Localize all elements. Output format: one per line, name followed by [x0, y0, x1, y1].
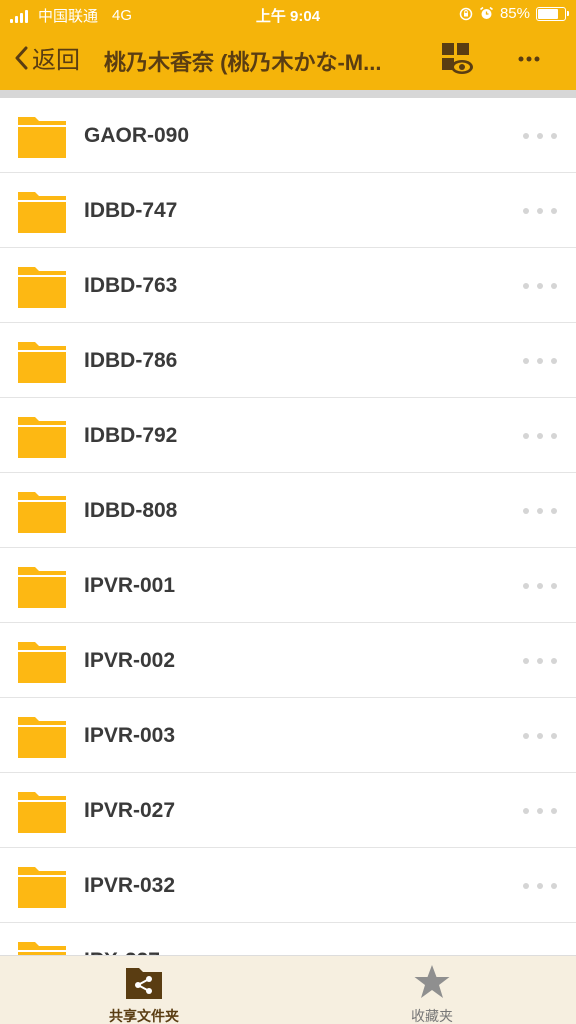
row-more-icon[interactable] — [522, 882, 558, 890]
folder-icon — [18, 417, 66, 458]
list-item[interactable]: IPVR-002 — [0, 623, 576, 698]
list-item[interactable]: GAOR-090 — [0, 98, 576, 173]
shared-folder-icon — [126, 968, 162, 999]
tab-label: 收藏夹 — [411, 1008, 453, 1024]
navigation-bar: 返回 桃乃木香奈 (桃乃木かな-M... — [0, 32, 576, 86]
row-more-icon[interactable] — [522, 207, 558, 215]
tab-shared-folders[interactable]: 共享文件夹 — [0, 956, 288, 1024]
tab-bar: 共享文件夹 收藏夹 — [0, 955, 576, 1024]
folder-icon — [18, 342, 66, 383]
list-item[interactable]: IPVR-027 — [0, 773, 576, 848]
orientation-lock-icon — [459, 7, 473, 20]
folder-name: IPVR-003 — [84, 724, 176, 747]
star-icon — [414, 965, 450, 998]
list-item[interactable]: IDBD-786 — [0, 323, 576, 398]
folder-name: IPVR-002 — [84, 649, 176, 672]
app-screen: 中国联通 4G 上午 9:04 85% 返回 桃乃木香奈 (桃乃木かな-M...… — [0, 0, 576, 1024]
page-title: 桃乃木香奈 (桃乃木かな-M... — [104, 50, 382, 75]
folder-icon — [18, 792, 66, 833]
list-item[interactable]: IPVR-003 — [0, 698, 576, 773]
folder-icon — [18, 567, 66, 608]
folder-name: IDBD-786 — [84, 349, 178, 372]
folder-icon — [18, 642, 66, 683]
folder-name: IPVR-032 — [84, 874, 176, 897]
list-item[interactable]: IDBD-808 — [0, 473, 576, 548]
folder-name: IPVR-001 — [84, 574, 176, 597]
header-divider — [0, 90, 576, 98]
folder-icon — [18, 192, 66, 233]
folder-name: IPVR-027 — [84, 799, 176, 822]
alarm-icon — [479, 6, 493, 19]
folder-name: IDBD-808 — [84, 499, 178, 522]
row-more-icon[interactable] — [522, 357, 558, 365]
status-right: 85% — [459, 5, 569, 22]
folder-name: IDBD-792 — [84, 424, 178, 447]
tab-favorites[interactable]: 收藏夹 — [288, 956, 576, 1024]
folder-list: GAOR-090 IDBD-747 IDBD-763 IDBD-786 IDBD-792… — [0, 98, 576, 998]
list-item[interactable]: IDBD-763 — [0, 248, 576, 323]
row-more-icon[interactable] — [522, 582, 558, 590]
row-more-icon[interactable] — [522, 732, 558, 740]
chevron-left-icon — [15, 46, 28, 69]
battery-icon — [536, 6, 569, 21]
more-options-icon[interactable] — [516, 46, 542, 72]
list-item[interactable]: IPVR-032 — [0, 848, 576, 923]
back-button[interactable]: 返回 — [14, 40, 80, 75]
folder-icon — [18, 267, 66, 308]
folder-name: GAOR-090 — [84, 124, 190, 147]
row-more-icon[interactable] — [522, 132, 558, 140]
folder-name: IDBD-763 — [84, 274, 178, 297]
tab-label: 共享文件夹 — [109, 1008, 179, 1024]
list-item[interactable]: IPVR-001 — [0, 548, 576, 623]
view-mode-icon[interactable] — [440, 42, 474, 76]
folder-icon — [18, 867, 66, 908]
row-more-icon[interactable] — [522, 432, 558, 440]
folder-icon — [18, 492, 66, 533]
row-more-icon[interactable] — [522, 507, 558, 515]
folder-icon — [18, 117, 66, 158]
back-label: 返回 — [32, 47, 80, 74]
folder-icon — [18, 717, 66, 758]
row-more-icon[interactable] — [522, 282, 558, 290]
header-bar: 中国联通 4G 上午 9:04 85% 返回 桃乃木香奈 (桃乃木かな-M... — [0, 0, 576, 90]
row-more-icon[interactable] — [522, 807, 558, 815]
row-more-icon[interactable] — [522, 657, 558, 665]
list-item[interactable]: IDBD-747 — [0, 173, 576, 248]
battery-percent: 85% — [499, 5, 530, 22]
folder-name: IDBD-747 — [84, 199, 178, 222]
list-item[interactable]: IDBD-792 — [0, 398, 576, 473]
status-bar: 中国联通 4G 上午 9:04 85% — [0, 0, 576, 30]
